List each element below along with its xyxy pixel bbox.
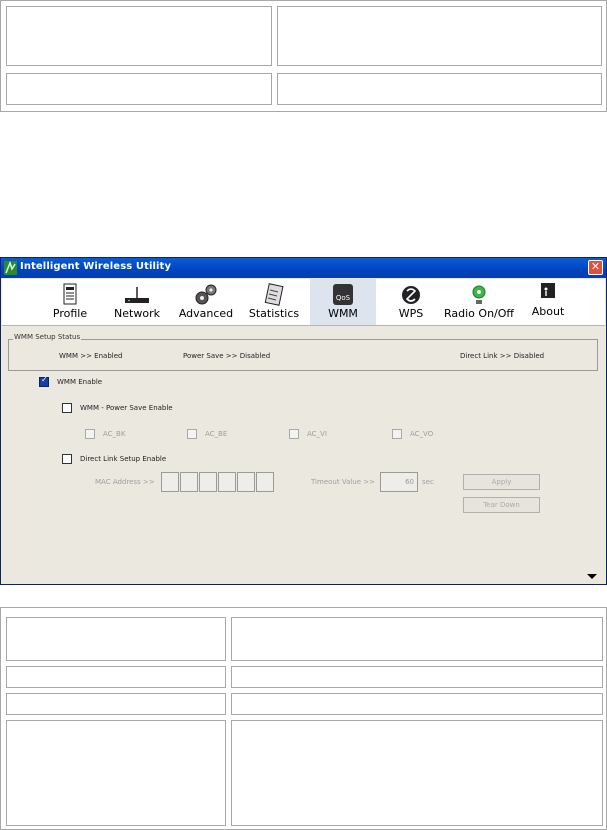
app-icon — [4, 261, 17, 275]
tab-about-label: About — [531, 305, 565, 318]
ac-vo-label: AC_VO — [410, 430, 434, 438]
ac-vi-checkbox[interactable] — [289, 429, 299, 439]
bottom-cell-7 — [6, 720, 226, 826]
ac-bk-label: AC_BK — [103, 430, 126, 438]
bottom-doc-table — [0, 607, 607, 830]
apply-button[interactable]: Apply — [463, 474, 540, 490]
radio-icon — [472, 285, 486, 304]
tab-network-label: Network — [114, 307, 160, 320]
mac-octet-3[interactable] — [199, 472, 217, 492]
mac-address-label: MAC Address >> — [95, 478, 155, 486]
router-icon — [125, 287, 149, 303]
wmm-enable-label: WMM Enable — [57, 378, 103, 386]
status-wmm: WMM >> Enabled — [59, 352, 123, 360]
title-bar[interactable]: Intelligent Wireless Utility ✕ — [1, 258, 606, 278]
tab-radio-label: Radio On/Off — [444, 307, 514, 320]
tab-advanced-label: Advanced — [178, 307, 234, 320]
close-button[interactable]: ✕ — [588, 260, 603, 275]
bottom-cell-8 — [231, 720, 603, 826]
tab-profile[interactable]: Profile — [50, 279, 90, 325]
tab-wmm-label: WMM — [328, 307, 358, 320]
tab-about[interactable]: About — [528, 279, 568, 325]
wmm-panel: WMM Setup Status WMM >> Enabled Power Sa… — [2, 326, 605, 583]
bottom-cell-1 — [6, 617, 226, 661]
tab-wps[interactable]: WPS — [392, 279, 430, 325]
ac-vo-checkbox[interactable] — [392, 429, 402, 439]
status-direct-link: Direct Link >> Disabled — [460, 352, 545, 360]
profile-icon — [63, 283, 77, 305]
top-cell-1 — [6, 6, 272, 66]
top-cell-2 — [277, 6, 602, 66]
qos-icon-text: QoS — [336, 294, 351, 302]
top-doc-table — [0, 0, 607, 112]
power-save-label: WMM - Power Save Enable — [80, 404, 173, 412]
bottom-cell-2 — [231, 617, 603, 661]
mac-octet-5[interactable] — [237, 472, 255, 492]
status-power-save: Power Save >> Disabled — [183, 352, 271, 360]
statistics-icon — [264, 283, 284, 306]
direct-link-checkbox[interactable] — [62, 454, 72, 464]
top-cell-3 — [6, 73, 272, 105]
app-window: Intelligent Wireless Utility ✕ Profile N… — [0, 257, 607, 585]
tab-wmm[interactable]: QoS WMM — [310, 279, 376, 325]
gears-icon — [195, 284, 217, 305]
tab-wps-label: WPS — [398, 307, 424, 320]
mac-octet-4[interactable] — [218, 472, 236, 492]
bottom-cell-5 — [6, 693, 226, 715]
wmm-enable-checkbox[interactable] — [39, 375, 49, 387]
ac-vi-label: AC_VI — [307, 430, 327, 438]
tab-statistics[interactable]: Statistics — [247, 279, 301, 325]
about-icon — [541, 283, 555, 298]
bottom-cell-4 — [231, 666, 603, 688]
window-title: Intelligent Wireless Utility — [20, 261, 172, 272]
status-group-title: WMM Setup Status — [13, 333, 82, 341]
mac-octet-6[interactable] — [256, 472, 274, 492]
toolbar: Profile Network Advanced Statistics QoS … — [2, 279, 605, 326]
mac-octet-2[interactable] — [180, 472, 198, 492]
direct-link-label: Direct Link Setup Enable — [80, 455, 167, 463]
top-cell-4 — [277, 73, 602, 105]
mac-octet-1[interactable] — [161, 472, 179, 492]
qos-icon: QoS — [333, 284, 353, 305]
bottom-cell-3 — [6, 666, 226, 688]
bottom-cell-6 — [231, 693, 603, 715]
tab-radio[interactable]: Radio On/Off — [443, 279, 515, 325]
wps-icon — [402, 286, 420, 304]
tab-advanced[interactable]: Advanced — [178, 279, 234, 325]
wmm-status-group: WMM Setup Status WMM >> Enabled Power Sa… — [8, 333, 598, 371]
ac-be-label: AC_BE — [205, 430, 228, 438]
power-save-checkbox[interactable] — [62, 403, 72, 413]
timeout-label: Timeout Value >> — [311, 478, 375, 486]
timeout-input[interactable]: 60 — [380, 472, 418, 492]
ac-be-checkbox[interactable] — [187, 429, 197, 439]
timeout-unit: sec — [422, 478, 434, 486]
tear-down-button[interactable]: Tear Down — [463, 497, 540, 513]
scroll-down-arrow-icon[interactable] — [587, 574, 597, 579]
tab-profile-label: Profile — [52, 307, 88, 320]
tab-network[interactable]: Network — [112, 279, 162, 325]
ac-bk-checkbox[interactable] — [85, 429, 95, 439]
tab-statistics-label: Statistics — [248, 307, 300, 320]
